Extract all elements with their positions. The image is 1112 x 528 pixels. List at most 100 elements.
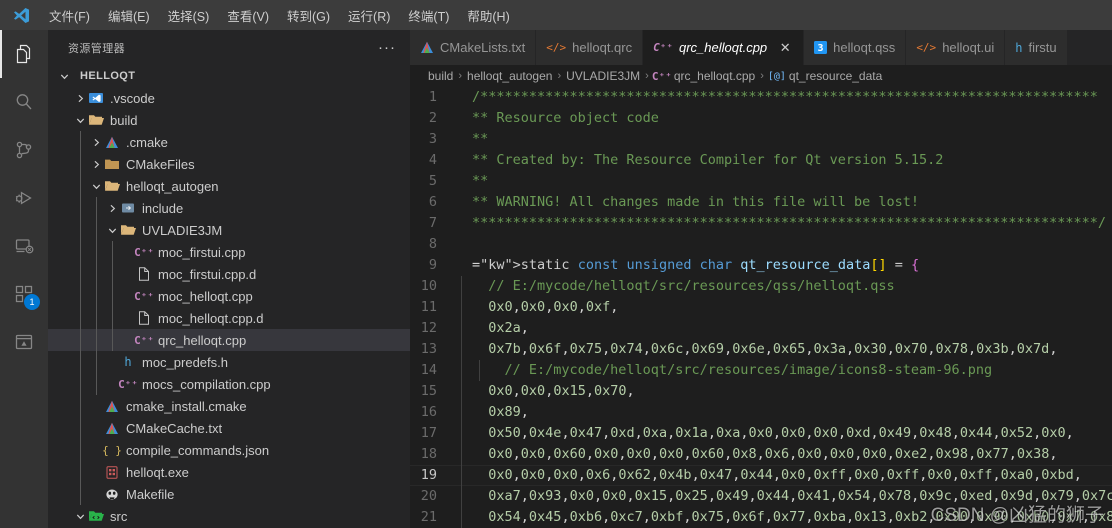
editor-tab[interactable]: 3 helloqt.qss xyxy=(804,30,907,65)
menu-edit[interactable]: 编辑(E) xyxy=(99,3,159,28)
tree-file[interactable]: C⁺⁺ moc_firstui.cpp xyxy=(48,241,410,263)
extensions-icon[interactable]: 1 xyxy=(0,270,48,318)
editor-tab[interactable]: </> helloqt.ui xyxy=(906,30,1006,65)
code-line: 19 0x0,0x0,0x0,0x6,0x62,0x4b,0x47,0x44,0… xyxy=(410,465,1112,486)
sidebar-header: 资源管理器 ··· xyxy=(48,30,410,65)
line-number: 6 xyxy=(428,194,437,210)
tree-folder[interactable]: CMakeFiles xyxy=(48,153,410,175)
tree-item-label: compile_commands.json xyxy=(126,442,270,458)
chevron-right-icon[interactable] xyxy=(88,137,104,148)
menu-terminal[interactable]: 终端(T) xyxy=(399,3,458,28)
code-line: 5 ** xyxy=(410,171,1112,192)
tree-file[interactable]: cmake_install.cmake xyxy=(48,395,410,417)
tree-file[interactable]: C⁺⁺ qrc_helloqt.cpp xyxy=(48,329,410,351)
indent-guide xyxy=(80,131,81,153)
menu-file[interactable]: 文件(F) xyxy=(40,3,99,28)
tree-file[interactable]: C⁺⁺ mocs_compilation.cpp xyxy=(48,373,410,395)
line-content: 0x2a, xyxy=(454,318,1112,339)
remote-explorer-icon[interactable] xyxy=(0,222,48,270)
tree-file[interactable]: h moc_predefs.h xyxy=(48,351,410,373)
menu-view[interactable]: 查看(V) xyxy=(218,3,278,28)
line-content: ** xyxy=(472,131,489,147)
tree-folder[interactable]: UVLADIE3JM xyxy=(48,219,410,241)
code-editor[interactable]: 1 /**************************************… xyxy=(410,87,1112,528)
chevron-right-icon[interactable] xyxy=(104,203,120,214)
src-folder-icon xyxy=(88,510,104,522)
editor-tab[interactable]: CMakeLists.txt xyxy=(410,30,537,65)
chevron-right-icon[interactable] xyxy=(88,159,104,170)
file-explorer-tree[interactable]: HELLOQT .vscode build .cmake CMakeFiles hello… xyxy=(48,65,410,528)
menu-help[interactable]: 帮助(H) xyxy=(458,3,518,28)
chevron-down-icon[interactable] xyxy=(72,115,88,126)
code-line: 10 // E:/mycode/helloqt/src/resources/qs… xyxy=(410,276,1112,297)
run-and-debug-icon[interactable] xyxy=(0,174,48,222)
breadcrumb-item[interactable]: UVLADIE3JM xyxy=(566,69,640,83)
breadcrumb-label: UVLADIE3JM xyxy=(566,69,641,83)
tree-item-label: HELLOQT xyxy=(80,70,136,82)
code-line: 2 ** Resource object code xyxy=(410,108,1112,129)
line-content: 0x0,0x0,0x15,0x70, xyxy=(454,381,1112,402)
chevron-down-icon[interactable] xyxy=(72,511,88,522)
explorer-icon[interactable] xyxy=(0,30,48,78)
breadcrumb-item[interactable]: C⁺⁺ qrc_helloqt.cpp xyxy=(652,69,755,83)
line-content: 0xa7,0x93,0x0,0x0,0x15,0x25,0x49,0x44,0x… xyxy=(454,486,1112,507)
tree-file[interactable]: { } compile_commands.json xyxy=(48,439,410,461)
line-number: 1 xyxy=(428,89,437,105)
more-actions-icon[interactable]: ··· xyxy=(372,40,402,56)
tree-folder[interactable]: include xyxy=(48,197,410,219)
tree-folder[interactable]: .vscode xyxy=(48,87,410,109)
tree-file[interactable]: moc_helloqt.cpp.d xyxy=(48,307,410,329)
tree-item-label: moc_predefs.h xyxy=(142,354,228,370)
tree-root[interactable]: HELLOQT xyxy=(48,65,410,87)
tab-label: helloqt.ui xyxy=(942,40,995,55)
cpp-file-icon: C⁺⁺ xyxy=(653,41,673,54)
indent-guide xyxy=(112,307,113,329)
chevron-down-icon[interactable] xyxy=(56,71,72,82)
breadcrumb-item[interactable]: build xyxy=(428,69,453,83)
tree-item-label: include xyxy=(142,200,184,216)
cpp-file-icon: C⁺⁺ xyxy=(134,245,154,259)
tree-file[interactable]: helloqt.exe xyxy=(48,461,410,483)
line-number: 13 xyxy=(420,341,437,357)
indent-guide xyxy=(80,395,81,417)
svg-text:3: 3 xyxy=(818,43,824,54)
editor-tab[interactable]: h firstu xyxy=(1005,30,1068,65)
line-number: 4 xyxy=(428,152,437,168)
menu-selection[interactable]: 选择(S) xyxy=(159,3,219,28)
xml-file-icon: </> xyxy=(916,41,937,54)
line-number: 16 xyxy=(420,404,437,420)
chevron-right-icon[interactable] xyxy=(72,93,88,104)
breadcrumb-label: build xyxy=(428,69,454,83)
indent-guide xyxy=(461,339,462,360)
cpp-file-icon: C⁺⁺ xyxy=(118,377,138,391)
breadcrumb-item[interactable]: [@] qt_resource_data xyxy=(768,69,883,83)
menu-go[interactable]: 转到(G) xyxy=(278,3,339,28)
editor-tab[interactable]: </> helloqt.qrc xyxy=(536,30,644,65)
tab-close-icon[interactable]: ✕ xyxy=(777,40,793,56)
chevron-down-icon[interactable] xyxy=(88,181,104,192)
search-icon[interactable] xyxy=(0,78,48,126)
folder-open-icon xyxy=(104,180,120,192)
cmake-icon[interactable] xyxy=(0,318,48,366)
tree-folder[interactable]: src xyxy=(48,505,410,527)
code-line: 4 ** Created by: The Resource Compiler fo… xyxy=(410,150,1112,171)
editor-tab[interactable]: C⁺⁺ qrc_helloqt.cpp ✕ xyxy=(643,30,805,65)
tree-file[interactable]: moc_firstui.cpp.d xyxy=(48,263,410,285)
source-control-icon[interactable] xyxy=(0,126,48,174)
tree-folder[interactable]: .cmake xyxy=(48,131,410,153)
indent-guide xyxy=(80,153,81,175)
code-line: 1 /**************************************… xyxy=(410,87,1112,108)
breadcrumb-item[interactable]: helloqt_autogen xyxy=(467,69,552,83)
tree-file[interactable]: CMakeCache.txt xyxy=(48,417,410,439)
menu-run[interactable]: 运行(R) xyxy=(339,3,399,28)
tree-file[interactable]: C⁺⁺ moc_helloqt.cpp xyxy=(48,285,410,307)
tree-folder[interactable]: helloqt_autogen xyxy=(48,175,410,197)
tree-file[interactable]: Makefile xyxy=(48,483,410,505)
tree-folder[interactable]: build xyxy=(48,109,410,131)
chevron-down-icon[interactable] xyxy=(104,225,120,236)
side-bar: 资源管理器 ··· HELLOQT .vscode build .cmake CMake… xyxy=(48,30,410,528)
line-number: 12 xyxy=(420,320,437,336)
breadcrumb-label: qt_resource_data xyxy=(788,69,883,83)
line-content: 0x50,0x4e,0x47,0xd,0xa,0x1a,0xa,0x0,0x0,… xyxy=(454,423,1112,444)
tab-label: CMakeLists.txt xyxy=(440,40,526,55)
